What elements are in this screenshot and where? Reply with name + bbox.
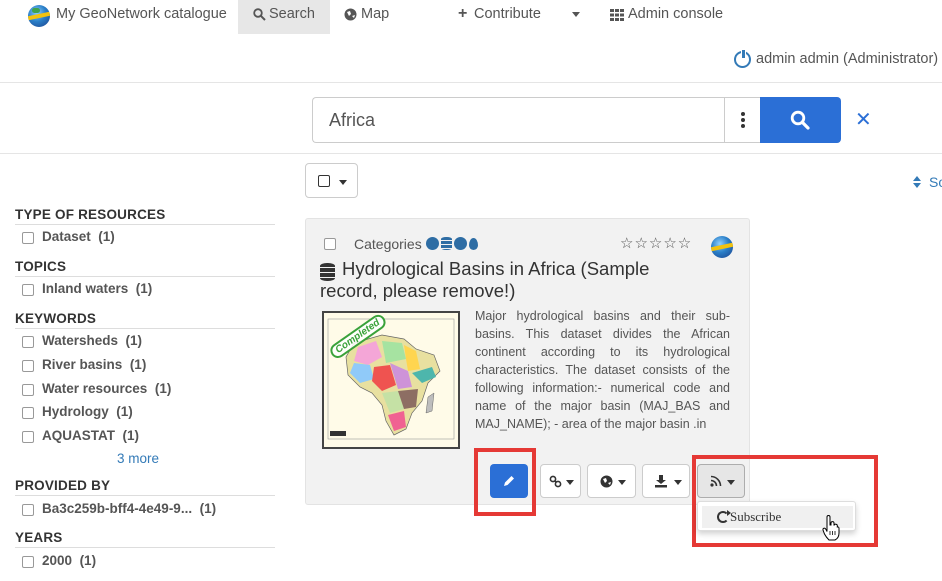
checkbox-icon <box>318 175 330 187</box>
facet-count: (1) <box>154 381 172 396</box>
nav-admin-console[interactable]: Admin console <box>610 0 730 34</box>
facet-checkbox[interactable] <box>22 504 34 516</box>
brand-link[interactable]: My GeoNetwork catalogue <box>56 0 227 34</box>
grid-icon <box>610 9 624 21</box>
link-icon <box>549 475 562 488</box>
facet-checkbox[interactable] <box>22 431 34 443</box>
catalog-logo-icon <box>711 236 733 258</box>
facet-title-keywords: KEYWORDS <box>15 311 97 326</box>
database-icon <box>441 237 452 250</box>
facet-divider <box>15 276 275 277</box>
chevron-down-icon <box>339 180 347 185</box>
globe-icon <box>600 475 613 488</box>
facet-checkbox[interactable] <box>22 407 34 419</box>
nav-admin-console-label: Admin console <box>628 6 724 22</box>
clear-search-icon[interactable]: ✕ <box>855 110 872 130</box>
facet-checkbox[interactable] <box>22 232 34 244</box>
facet-checkbox[interactable] <box>22 360 34 372</box>
nav-map-label: Map <box>361 6 390 22</box>
top-navbar: My GeoNetwork catalogue Search Map + Con… <box>0 0 942 34</box>
facet-title-years: YEARS <box>15 530 63 545</box>
sort-icon[interactable] <box>913 176 921 188</box>
facet-label: Dataset <box>42 229 91 244</box>
search-icon <box>253 8 266 21</box>
water-drop-icon <box>469 238 478 250</box>
plus-icon: + <box>458 5 468 22</box>
hand-cursor-icon <box>822 515 840 541</box>
subscribe-label: Subscribe <box>730 509 782 524</box>
category-icons <box>426 237 480 251</box>
facet-label: 2000 <box>42 553 73 568</box>
facet-checkbox[interactable] <box>22 336 34 348</box>
facet-label: Hydrology <box>42 404 109 419</box>
map-dropdown-button[interactable] <box>587 464 636 498</box>
facet-checkbox[interactable] <box>22 556 34 568</box>
facet-label: River basins <box>42 357 123 372</box>
facet-checkbox[interactable] <box>22 384 34 396</box>
facet-title-topics: TOPICS <box>15 259 67 274</box>
facet-label: Ba3c259b-bff4-4e49-9... <box>42 501 193 516</box>
facet-count: (1) <box>129 357 147 372</box>
facet-divider <box>15 495 275 496</box>
download-dropdown-button[interactable] <box>642 464 690 498</box>
facet-count: (1) <box>125 333 143 348</box>
vertical-ellipsis-icon <box>741 112 745 128</box>
search-options-button[interactable] <box>724 97 761 143</box>
nav-search-label: Search <box>269 6 315 22</box>
links-dropdown-button[interactable] <box>540 464 581 498</box>
power-icon[interactable] <box>734 49 751 68</box>
facet-title-type-of-resources: TYPE OF RESOURCES <box>15 207 166 222</box>
chevron-down-icon <box>566 480 574 485</box>
sort-by-link[interactable]: So <box>929 174 942 190</box>
search-input[interactable] <box>312 97 725 143</box>
nav-contribute-label: Contribute <box>474 6 541 22</box>
facet-count: (1) <box>98 229 115 244</box>
facet-divider <box>15 224 275 225</box>
refresh-icon <box>717 510 731 523</box>
geonetwork-logo-icon[interactable] <box>28 5 50 27</box>
globe-icon <box>344 8 357 21</box>
facet-count: (1) <box>122 428 140 443</box>
nav-map[interactable]: Map <box>344 0 404 34</box>
facet-count: (1) <box>116 404 133 419</box>
facet-checkbox[interactable] <box>22 284 34 296</box>
nav-search[interactable]: Search <box>238 0 330 34</box>
download-icon <box>655 475 667 488</box>
record-select-checkbox[interactable] <box>324 238 336 250</box>
africa-map-thumbnail <box>324 313 458 447</box>
record-abstract: Major hydrological basins and their sub-… <box>475 309 730 431</box>
facet-count: (1) <box>79 553 97 568</box>
categories-label: Categories <box>354 236 422 252</box>
select-all-dropdown[interactable] <box>305 163 358 198</box>
gear-icon <box>454 237 467 250</box>
chevron-down-icon <box>618 480 626 485</box>
search-button[interactable] <box>760 97 841 143</box>
chevron-down-icon <box>572 12 580 17</box>
user-menu[interactable]: admin admin (Administrator) <box>756 51 938 67</box>
facet-divider <box>15 547 275 548</box>
user-bar: admin admin (Administrator) <box>0 40 942 83</box>
facet-label: Watersheds <box>42 333 119 348</box>
record-title[interactable]: Hydrological Basins in Africa (Sample re… <box>320 258 710 302</box>
search-band: ✕ <box>0 84 942 154</box>
facet-count: (1) <box>135 281 153 296</box>
facet-label: AQUASTAT <box>42 428 115 443</box>
nav-contribute[interactable]: + Contribute <box>458 0 586 34</box>
facet-label: Inland waters <box>42 281 129 296</box>
chevron-down-icon <box>674 480 682 485</box>
facet-count: (1) <box>199 501 217 516</box>
facet-title-provided-by: PROVIDED BY <box>15 478 111 493</box>
record-thumbnail[interactable]: Completed <box>322 311 460 449</box>
rating-stars[interactable]: ☆☆☆☆☆ <box>620 234 692 252</box>
facet-label: Water resources <box>42 381 148 396</box>
facet-divider <box>15 328 275 329</box>
highlight-frame-edit <box>474 448 536 516</box>
globe-icon <box>426 237 439 250</box>
show-more-link[interactable]: 3 more <box>117 451 159 466</box>
search-icon <box>790 110 810 130</box>
